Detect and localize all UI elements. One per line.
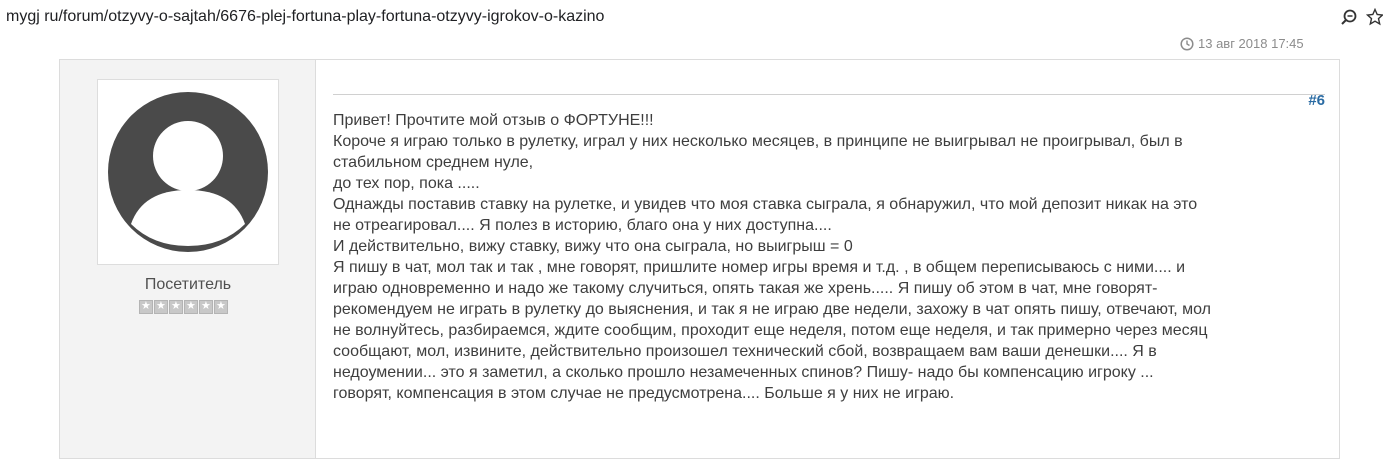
post-text-line: говорят, компенсация в этом случае не пр… xyxy=(333,385,955,402)
avatar[interactable] xyxy=(97,79,279,265)
post-text-line: рекомендуем не играть в рулетку до выясн… xyxy=(333,301,1211,318)
post-content: #6 Привет! Прочтите мой отзыв о ФОРТУНЕ!… xyxy=(316,60,1339,458)
post-author-panel: Посетитель xyxy=(60,60,316,458)
default-user-avatar-icon xyxy=(108,92,268,252)
post-text-line: играю одновременно и надо же такому случ… xyxy=(333,280,1158,297)
rating-star-icon xyxy=(169,299,183,314)
rating-star-icon xyxy=(214,299,228,314)
author-rating xyxy=(139,299,228,314)
rating-star-icon xyxy=(184,299,198,314)
post-date-text: 13 авг 2018 17:45 xyxy=(1198,36,1304,51)
url-text[interactable]: mygj ru/forum/otzyvy-o-sajtah/6676-plej-… xyxy=(6,8,604,26)
post-text-line: не волнуйтесь, разбираемся, ждите сообщи… xyxy=(333,322,1208,339)
post-text-line: не отреагировал.... Я полез в историю, б… xyxy=(333,217,832,234)
post-text-line: Я пишу в чат, мол так и так , мне говоря… xyxy=(333,259,1186,276)
post-text-line: Привет! Прочтите мой отзыв о ФОРТУНЕ!!! xyxy=(333,112,654,129)
post-text-line: стабильном среднем нуле, xyxy=(333,154,534,171)
post-text-line: Однажды поставив ставку на рулетке, и ув… xyxy=(333,196,1198,213)
rating-star-icon xyxy=(139,299,153,314)
post-text-line: Короче я играю только в рулетку, играл у… xyxy=(333,133,1183,150)
rating-star-icon xyxy=(199,299,213,314)
address-bar[interactable]: mygj ru/forum/otzyvy-o-sajtah/6676-plej-… xyxy=(0,0,1383,36)
post-text-line: сообщают, мол, извините, действительно п… xyxy=(333,343,1157,360)
post-date: 13 авг 2018 17:45 xyxy=(1180,36,1304,51)
zoom-icon[interactable] xyxy=(1340,8,1358,26)
bookmark-star-icon[interactable] xyxy=(1366,8,1383,26)
author-name[interactable]: Посетитель xyxy=(60,276,316,294)
post-number-link[interactable]: #6 xyxy=(1308,92,1325,109)
post-text-line: недоумении... это я заметил, а сколько п… xyxy=(333,364,1154,381)
post-text-line: И действительно, вижу ставку, вижу что о… xyxy=(333,238,853,255)
post-text-line: до тех пор, пока ..... xyxy=(333,175,480,192)
forum-post: Посетитель #6 Привет! Прочтите мой отзыв… xyxy=(59,59,1340,459)
post-body: Привет! Прочтите мой отзыв о ФОРТУНЕ!!! … xyxy=(333,110,1333,404)
clock-icon xyxy=(1180,36,1194,51)
rating-star-icon xyxy=(154,299,168,314)
post-header-divider xyxy=(333,94,1325,95)
